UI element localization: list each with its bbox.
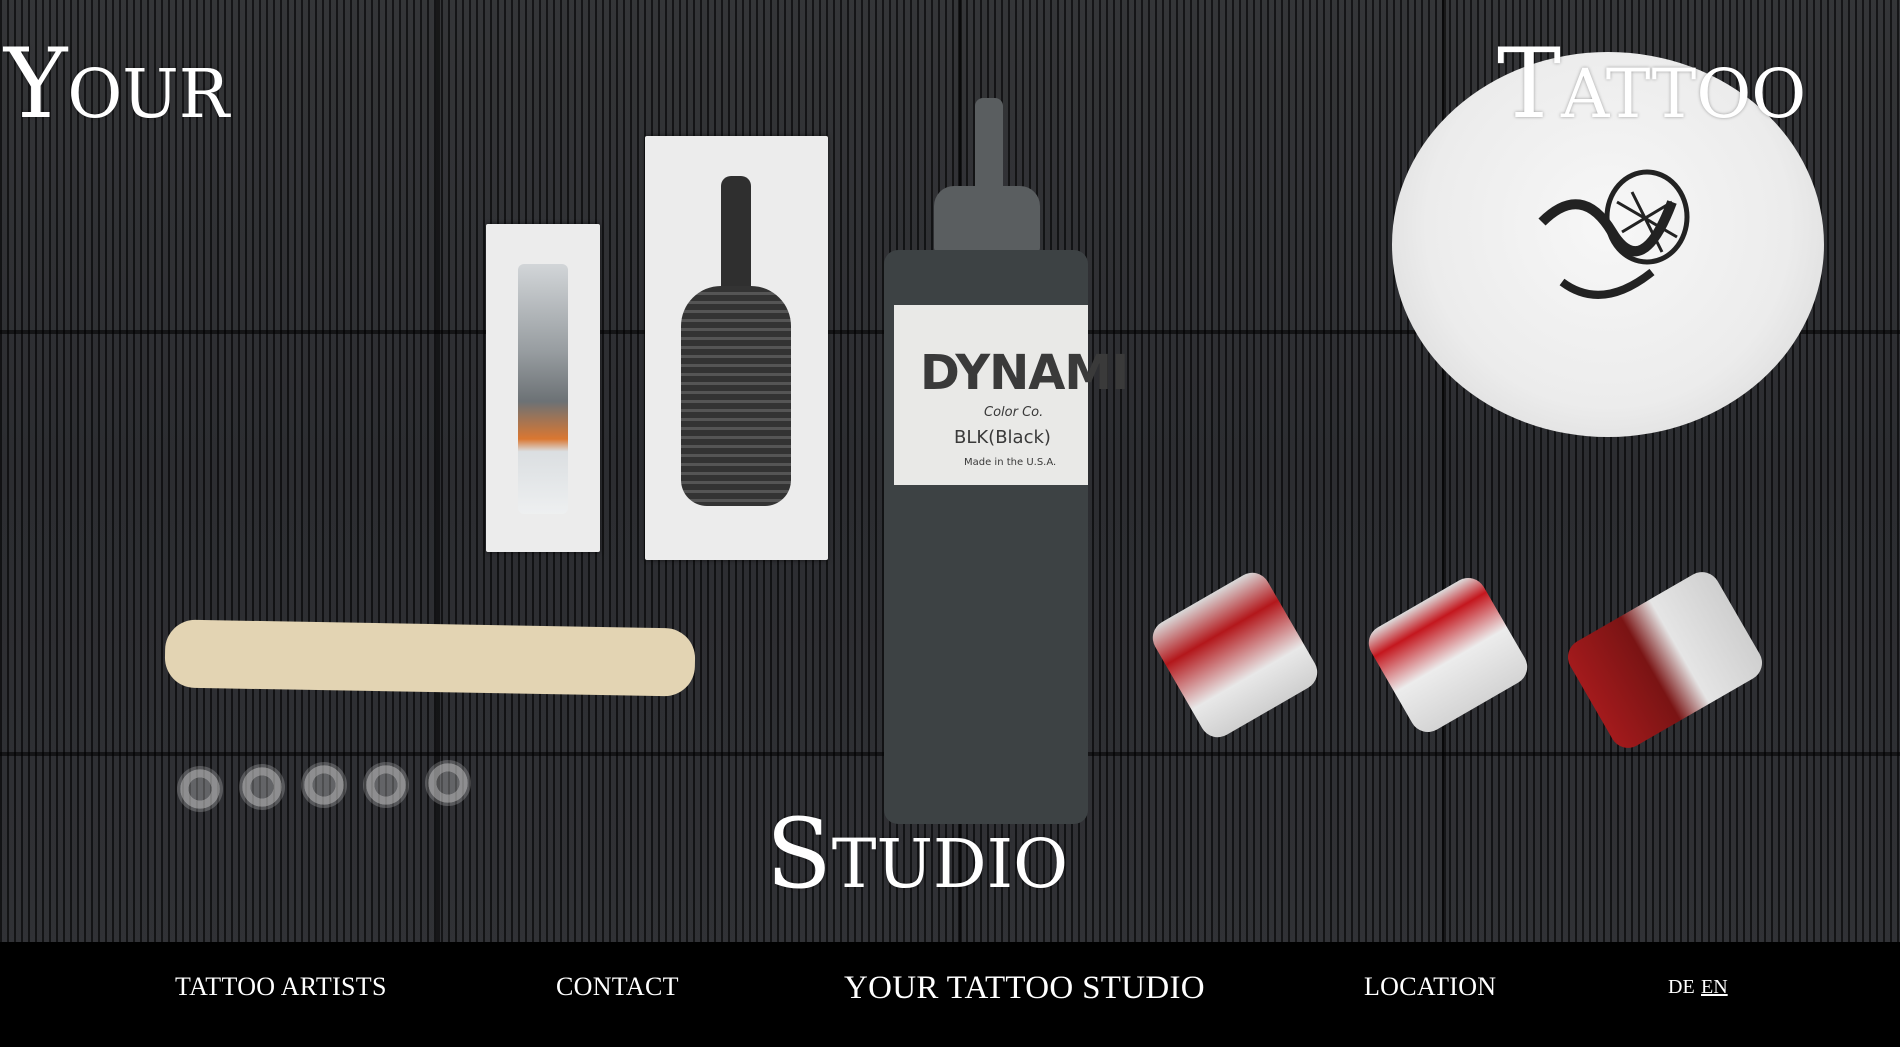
language-en[interactable]: EN bbox=[1701, 976, 1728, 999]
cartridge-package bbox=[486, 224, 600, 552]
label-origin: Made in the U.S.A. bbox=[964, 457, 1057, 468]
needle-cartridge bbox=[518, 264, 568, 514]
ink-bottle-red bbox=[1362, 571, 1534, 739]
grip bbox=[681, 286, 791, 506]
ink-cup bbox=[239, 764, 285, 810]
bottle-label: DYNAMI Color Co. BLK(Black) Made in the … bbox=[894, 305, 1129, 485]
jar-logo-icon bbox=[1538, 169, 1690, 299]
nav-location[interactable]: LOCATION bbox=[1364, 972, 1496, 1002]
ink-cup bbox=[301, 762, 347, 808]
grip-package bbox=[645, 136, 828, 560]
label-sub: Color Co. bbox=[984, 405, 1044, 420]
ink-bottle-black: DYNAMI Color Co. BLK(Black) Made in the … bbox=[884, 250, 1129, 824]
grip-tube bbox=[721, 176, 751, 296]
ink-cup bbox=[177, 766, 223, 812]
ink-cup bbox=[425, 760, 471, 806]
hero-image: DYNAMI Color Co. BLK(Black) Made in the … bbox=[0, 0, 1900, 942]
bottom-navigation: TATTOO ARTISTS CONTACT YOUR TATTOO STUDI… bbox=[0, 942, 1900, 1047]
headline-studio: Studio bbox=[766, 798, 1069, 910]
bottle-cap bbox=[934, 186, 1040, 252]
ink-cup bbox=[363, 762, 409, 808]
language-de[interactable]: DE bbox=[1668, 976, 1695, 999]
headline-tattoo: Tattoo bbox=[1497, 28, 1807, 140]
nav-tattoo-artists[interactable]: TATTOO ARTISTS bbox=[175, 972, 387, 1002]
ink-bottle-red bbox=[1146, 566, 1324, 744]
nav-home-brand[interactable]: YOUR TATTOO STUDIO bbox=[844, 970, 1205, 1007]
bottle-nozzle bbox=[975, 98, 1003, 188]
label-brand: DYNAMI bbox=[920, 345, 1129, 401]
tongue-depressor bbox=[164, 619, 696, 697]
label-color: BLK(Black) bbox=[954, 427, 1051, 448]
nav-contact[interactable]: CONTACT bbox=[556, 972, 679, 1002]
headline-your: Your bbox=[4, 28, 230, 140]
ink-bottle-red bbox=[1561, 565, 1769, 755]
